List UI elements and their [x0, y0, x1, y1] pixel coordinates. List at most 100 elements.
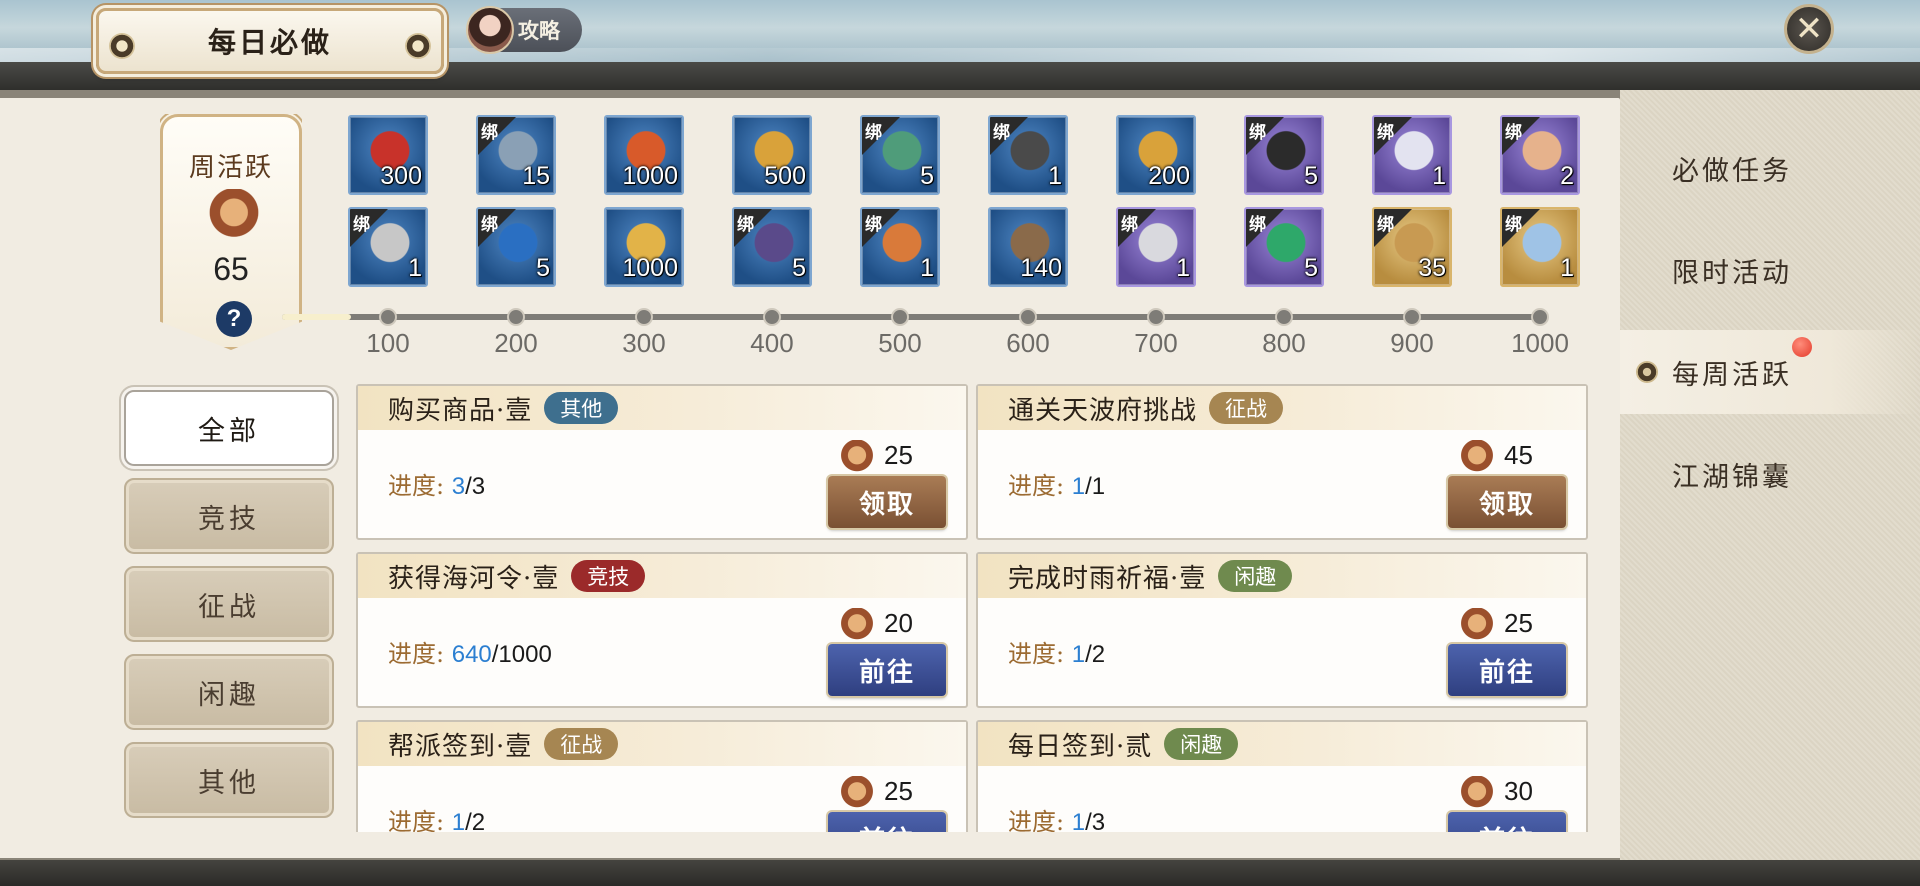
right-menu-item[interactable]: 限时活动	[1620, 228, 1920, 312]
milestone-node	[1531, 308, 1549, 326]
title-plaque: 每日必做	[96, 8, 444, 74]
go-button[interactable]: 前往	[1448, 812, 1566, 832]
reward-item[interactable]: 绑1	[860, 207, 940, 287]
progress-current: 1	[1071, 809, 1086, 832]
task-name: 通关天波府挑战	[1008, 395, 1198, 426]
task-reward-value: 25	[884, 776, 913, 806]
bound-label: 绑	[481, 215, 498, 235]
reward-item[interactable]: 140	[988, 207, 1068, 287]
reward-item[interactable]: 绑2	[1500, 115, 1580, 195]
task-reward-value: 25	[1504, 608, 1533, 638]
reward-item[interactable]: 绑5	[732, 207, 812, 287]
go-button[interactable]: 前往	[828, 812, 946, 832]
reward-item[interactable]: 绑1	[1500, 207, 1580, 287]
activity-coin-icon	[1460, 776, 1494, 810]
task-progress: 进度: 1/2	[1008, 634, 1105, 669]
activity-coin-icon	[840, 776, 874, 810]
reward-quantity: 35	[1418, 254, 1446, 282]
go-button[interactable]: 前往	[1448, 644, 1566, 696]
right-menu-item[interactable]: 江湖锦囊	[1620, 432, 1920, 516]
category-tab[interactable]: 闲趣	[124, 654, 334, 730]
milestone-node	[1403, 308, 1421, 326]
go-button[interactable]: 前往	[828, 644, 946, 696]
help-button[interactable]: ?	[216, 301, 252, 337]
milestone-label: 800	[1262, 328, 1306, 358]
milestone-label: 100	[366, 328, 410, 358]
milestone-label: 300	[622, 328, 666, 358]
reward-item[interactable]: 绑5	[1244, 115, 1324, 195]
reward-item[interactable]: 绑1	[1372, 115, 1452, 195]
task-name: 购买商品·壹	[388, 395, 533, 426]
bound-label: 绑	[1505, 123, 1522, 143]
right-menu-label: 限时活动	[1672, 257, 1792, 289]
reward-item[interactable]: 绑 15	[476, 115, 556, 195]
right-menu-item[interactable]: 必做任务	[1620, 126, 1920, 210]
reward-item[interactable]: 200	[1116, 115, 1196, 195]
progress-total: /2	[465, 809, 486, 832]
bound-label: 绑	[1377, 215, 1394, 235]
bound-label: 绑	[993, 123, 1010, 143]
category-tab[interactable]: 全部	[124, 390, 334, 466]
progress-total: /1000	[491, 641, 552, 668]
task-header: 帮派签到·壹 征战	[358, 722, 966, 766]
task-name: 完成时雨祈福·壹	[1008, 563, 1207, 594]
milestone-node	[891, 308, 909, 326]
task-progress: 进度: 1/2	[388, 802, 485, 832]
task-header: 通关天波府挑战 征战	[978, 386, 1586, 430]
reward-item[interactable]: 绑5	[1244, 207, 1324, 287]
reward-quantity: 5	[536, 254, 550, 282]
reward-item[interactable]: 绑5	[860, 115, 940, 195]
task-header: 完成时雨祈福·壹 闲趣	[978, 554, 1586, 598]
progress-label: 进度:	[1008, 808, 1072, 832]
reward-item[interactable]: 500	[732, 115, 812, 195]
bound-label: 绑	[1249, 215, 1266, 235]
reward-quantity: 1	[1176, 254, 1190, 282]
page-title: 每日必做	[207, 26, 332, 59]
milestone-label: 900	[1390, 328, 1434, 358]
milestone-node	[379, 308, 397, 326]
reward-item[interactable]: 1000	[604, 115, 684, 195]
bound-label: 绑	[481, 123, 498, 143]
task-category-badge: 闲趣	[1164, 728, 1239, 760]
claim-button[interactable]: 领取	[1448, 476, 1566, 528]
reward-quantity: 1	[1048, 162, 1062, 190]
reward-item[interactable]: 绑1	[1116, 207, 1196, 287]
progress-total: /2	[1085, 641, 1106, 668]
guide-button[interactable]: 攻略	[466, 6, 582, 54]
milestone-label: 500	[878, 328, 922, 358]
notification-dot	[1792, 337, 1812, 357]
task-header: 购买商品·壹 其他	[358, 386, 966, 430]
task-category-badge: 征战	[544, 728, 619, 760]
reward-item[interactable]: 绑 35	[1372, 207, 1452, 287]
milestone-node	[1147, 308, 1165, 326]
footer-band	[0, 860, 1920, 886]
reward-item[interactable]: 300	[348, 115, 428, 195]
task-list[interactable]: 购买商品·壹 其他 进度: 3/3 25 领取 通关天波府挑战 征战 进度: 1/1 45 领取获…	[356, 384, 1588, 832]
close-button[interactable]: ✕	[1784, 4, 1834, 54]
milestone-label: 400	[750, 328, 794, 358]
milestone-node	[1019, 308, 1037, 326]
bound-label: 绑	[865, 123, 882, 143]
category-tab[interactable]: 竞技	[124, 478, 334, 554]
category-tab[interactable]: 征战	[124, 566, 334, 642]
activity-progress-track	[282, 308, 1549, 326]
reward-item[interactable]: 绑1	[348, 207, 428, 287]
task-header: 获得海河令·壹 竞技	[358, 554, 966, 598]
reward-item[interactable]: 绑5	[476, 207, 556, 287]
category-tab[interactable]: 其他	[124, 742, 334, 818]
progress-label: 进度:	[388, 640, 452, 668]
right-menu-item[interactable]: 每周活跃	[1620, 330, 1920, 414]
reward-item[interactable]: 1000	[604, 207, 684, 287]
progress-total: /1	[1085, 473, 1106, 500]
reward-quantity: 1	[408, 254, 422, 282]
reward-quantity: 500	[764, 162, 806, 190]
reward-item[interactable]: 绑1	[988, 115, 1068, 195]
claim-button[interactable]: 领取	[828, 476, 946, 528]
reward-quantity: 1	[1432, 162, 1446, 190]
task-progress: 进度: 1/1	[1008, 466, 1105, 501]
milestone-label: 700	[1134, 328, 1178, 358]
reward-quantity: 1	[920, 254, 934, 282]
milestone-label: 600	[1006, 328, 1050, 358]
progress-current: 1	[451, 809, 466, 832]
knot-ornament-icon	[109, 33, 135, 59]
